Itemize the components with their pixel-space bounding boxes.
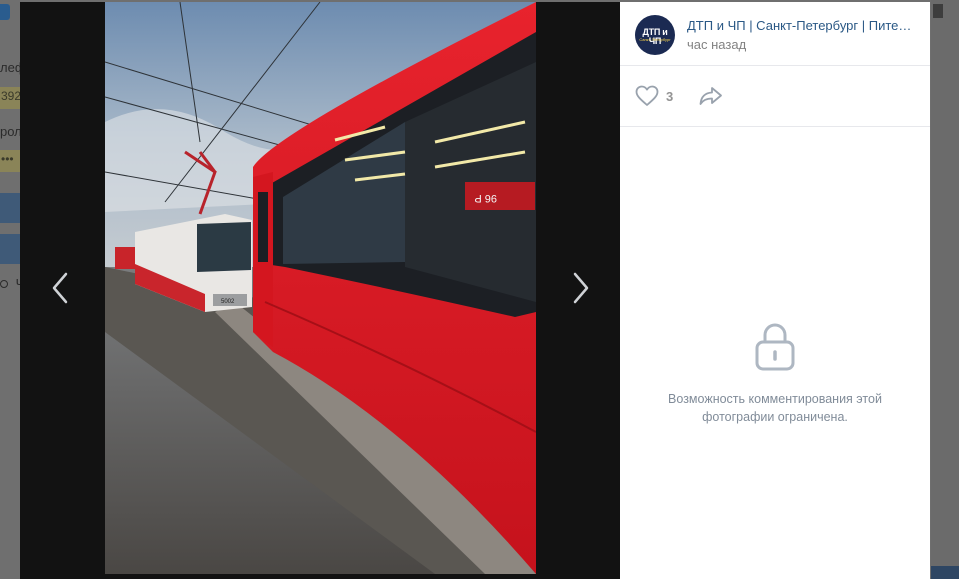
vk-logo-fragment xyxy=(0,4,10,20)
bg-phone-value: 392 xyxy=(1,89,22,103)
like-button[interactable]: 3 xyxy=(635,84,673,108)
chevron-right-icon xyxy=(573,272,589,304)
next-photo-button[interactable] xyxy=(565,270,595,306)
comments-restricted: Возможность комментирования этой фотогра… xyxy=(620,322,930,426)
group-avatar[interactable]: ДТП и ЧП Санкт-Петербург xyxy=(635,15,675,55)
comments-restricted-text: Возможность комментирования этой фотогра… xyxy=(668,392,882,424)
group-name-link[interactable]: ДТП и ЧП | Санкт-Петербург | Питер Онлай… xyxy=(687,18,913,33)
bg-phone-field: 392 xyxy=(0,87,22,109)
bg-right-strip xyxy=(931,566,959,579)
bg-password-field: ••• xyxy=(0,150,20,172)
photo-pane: 5002 96 P xyxy=(20,2,620,579)
post-photo[interactable]: 5002 96 P xyxy=(105,2,536,574)
bg-right-mark xyxy=(933,4,943,18)
post-actions: 3 xyxy=(620,66,930,127)
post-header: ДТП и ЧП Санкт-Петербург ДТП и ЧП | Санк… xyxy=(620,2,930,66)
tram-plate-text: 5002 xyxy=(221,299,235,305)
bg-password-value: ••• xyxy=(1,152,14,166)
photo-viewer-modal: 5002 96 P ДТП и ЧП Санкт-Петербург ДТП и… xyxy=(20,2,930,579)
tram-number-sign: 96 P xyxy=(474,192,497,204)
chevron-left-icon xyxy=(52,272,68,304)
previous-photo-button[interactable] xyxy=(46,270,76,306)
bg-login-button xyxy=(0,193,20,223)
lock-icon xyxy=(755,323,795,371)
post-time[interactable]: час назад xyxy=(687,37,746,52)
like-count: 3 xyxy=(666,88,674,104)
share-button[interactable] xyxy=(698,84,724,108)
post-info-panel: ДТП и ЧП Санкт-Петербург ДТП и ЧП | Санк… xyxy=(620,2,930,579)
bg-register-button xyxy=(0,234,20,264)
heart-icon xyxy=(635,85,659,106)
avatar-subtitle: Санкт-Петербург xyxy=(639,37,671,42)
bg-right-column xyxy=(931,0,959,579)
share-arrow-icon xyxy=(699,87,722,105)
